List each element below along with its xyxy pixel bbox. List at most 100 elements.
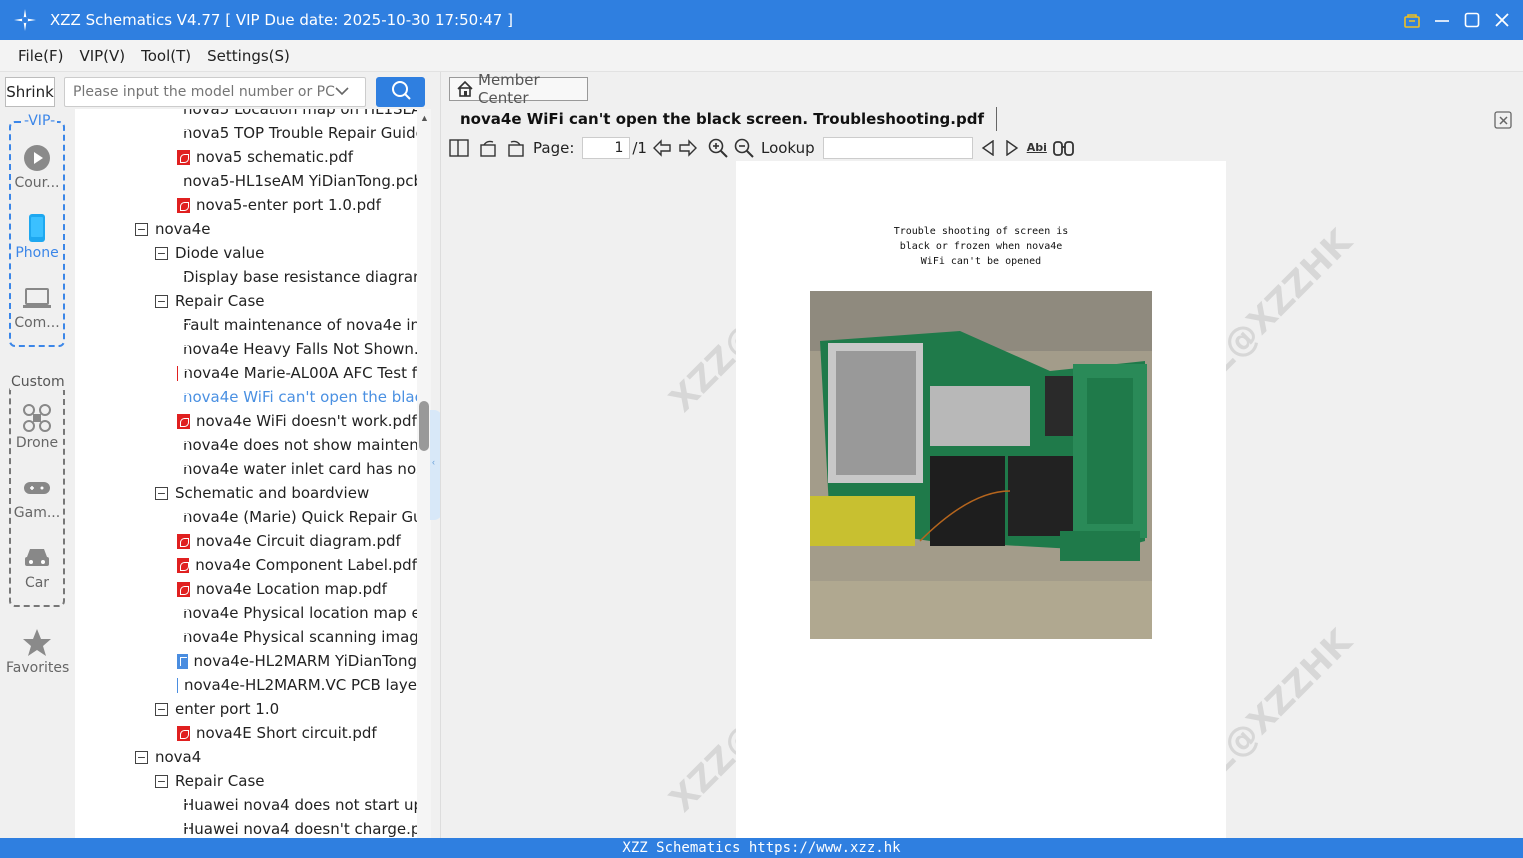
collapse-icon[interactable]: − [135, 222, 148, 236]
collapse-icon[interactable]: − [155, 486, 168, 500]
tree-file[interactable]: nova4e (Marie) Quick Repair Gu [75, 505, 417, 529]
tree-item-label: nova4e does not show mainten [183, 436, 417, 454]
tree-item-label: nova4 [155, 748, 202, 766]
maximize-icon[interactable] [1463, 11, 1481, 29]
menu-settings[interactable]: Settings(S) [207, 47, 290, 65]
tree-file[interactable]: nova4e does not show mainten [75, 433, 417, 457]
nav-favorites[interactable]: Favorites [6, 628, 69, 676]
menu-bar: File(F) VIP(V) Tool(T) Settings(S) [0, 40, 1523, 72]
find-next-icon[interactable] [1003, 137, 1021, 159]
pcb-file-icon [177, 653, 188, 669]
collapse-icon[interactable]: − [155, 702, 168, 716]
minimize-icon[interactable] [1433, 11, 1451, 29]
tree-item-label: Huawei nova4 does not start up [183, 796, 417, 814]
tree-file[interactable]: nova4e Component Label.pdf [75, 553, 417, 577]
tree-item-label: nova4E Short circuit.pdf [196, 724, 377, 742]
nav-car[interactable]: Car [6, 543, 68, 591]
match-case-icon[interactable]: Abi [1027, 137, 1047, 159]
menu-file[interactable]: File(F) [18, 47, 63, 65]
tree-folder[interactable]: − Repair Case [75, 289, 417, 313]
tree-file[interactable]: nova4e Location map.pdf [75, 577, 417, 601]
tree-folder[interactable]: − nova4 [75, 745, 417, 769]
tree-file[interactable]: nova4e Circuit diagram.pdf [75, 529, 417, 553]
tree-folder[interactable]: − enter port 1.0 [75, 697, 417, 721]
tree-scrollbar[interactable]: ▲ [417, 109, 431, 838]
tree-file[interactable]: nova5 schematic.pdf [75, 145, 417, 169]
chevron-left-icon: ‹ [432, 457, 435, 467]
tree-file[interactable]: nova5-enter port 1.0.pdf [75, 193, 417, 217]
tree-file[interactable]: nova5-HL1seAM YiDianTong.pcb [75, 169, 417, 193]
close-icon[interactable] [1493, 11, 1511, 29]
tree-file[interactable]: Huawei nova4 does not start up [75, 793, 417, 817]
search-input[interactable] [73, 84, 335, 100]
status-bar: XZZ Schematics https://www.xzz.hk [0, 838, 1523, 858]
search-box[interactable] [64, 77, 366, 107]
rotate-left-icon[interactable] [479, 137, 499, 159]
find-prev-icon[interactable] [979, 137, 997, 159]
sidebar-toggle-icon[interactable] [449, 137, 469, 159]
tree-folder[interactable]: − Repair Case [75, 769, 417, 793]
pdf-file-icon [177, 557, 190, 573]
nav-gaming[interactable]: Gam... [6, 473, 68, 521]
find-all-icon[interactable] [1052, 137, 1075, 159]
scroll-up-icon[interactable]: ▲ [420, 113, 429, 123]
drone-icon [6, 403, 68, 433]
menu-vip[interactable]: VIP(V) [79, 47, 125, 65]
nav-drone[interactable]: Drone [6, 403, 68, 451]
tree-file[interactable]: nova4e Marie-AL00A AFC Test f [75, 361, 417, 385]
nav-courses[interactable]: Cour... [6, 143, 68, 191]
tree-item-label: nova4e Circuit diagram.pdf [196, 532, 401, 550]
zoom-out-icon[interactable] [733, 137, 755, 159]
tree-file[interactable]: nova5 Location map on HL1SLA [75, 109, 417, 121]
tree-item-label: nova4e Marie-AL00A AFC Test f [183, 364, 417, 382]
menu-tool[interactable]: Tool(T) [141, 47, 191, 65]
title-bar: XZZ Schematics V4.77 [ VIP Due date: 202… [0, 0, 1523, 40]
shrink-button[interactable]: Shrink [5, 77, 55, 107]
tree-file[interactable]: nova4e Heavy Falls Not Shown.pdf [75, 337, 417, 361]
nav-phone[interactable]: Phone [6, 213, 68, 261]
tree-item-label: nova5 schematic.pdf [196, 148, 354, 166]
tree-file[interactable]: nova4E Short circuit.pdf [75, 721, 417, 745]
close-document-icon[interactable] [1494, 111, 1512, 129]
tree-item-label: nova4e Component Label.pdf [195, 556, 417, 574]
collapse-icon[interactable]: − [135, 750, 148, 764]
chevron-down-icon[interactable] [335, 85, 355, 99]
tree-file[interactable]: nova4e WiFi doesn't work.pdf [75, 409, 417, 433]
tree-file[interactable]: Huawei nova4 doesn't charge.pdf [75, 817, 417, 838]
lock-icon[interactable] [1403, 11, 1421, 29]
zoom-in-icon[interactable] [707, 137, 729, 159]
search-icon [391, 80, 411, 105]
document-tab[interactable]: nova4e WiFi can't open the black screen.… [449, 106, 997, 132]
tree-file[interactable]: nova4e-HL2MARM.VC PCB laye [75, 673, 417, 697]
tree-item-label: Huawei nova4 doesn't charge.pdf [183, 820, 417, 838]
tree-item-label: nova4e WiFi can't open the black [183, 388, 417, 406]
prev-page-icon[interactable] [651, 137, 673, 159]
rotate-right-icon[interactable] [505, 137, 525, 159]
lookup-input[interactable] [822, 136, 973, 159]
tree-file[interactable]: Fault maintenance of nova4e in [75, 313, 417, 337]
tree-file[interactable]: nova5 TOP Trouble Repair Guide [75, 121, 417, 145]
scrollbar-thumb[interactable] [419, 401, 429, 451]
tree-file[interactable]: nova4e WiFi can't open the black [75, 385, 417, 409]
search-button[interactable] [376, 77, 425, 107]
tree-file[interactable]: Display base resistance diagram [75, 265, 417, 289]
pdf-viewer[interactable]: XZZ@XZZHK XZZ@XZZHK XZZ@XZZHK XZZ@XZZHK … [441, 161, 1523, 838]
tree-folder[interactable]: − nova4e [75, 217, 417, 241]
tree-file[interactable]: nova4e Physical location map e [75, 601, 417, 625]
tree-item-label: nova4e Heavy Falls Not Shown.pdf [183, 340, 417, 358]
tree-file[interactable]: nova4e-HL2MARM YiDianTong [75, 649, 417, 673]
next-page-icon[interactable] [677, 137, 699, 159]
member-center-button[interactable]: Member Center [449, 71, 588, 107]
tree-item-label: nova5-enter port 1.0.pdf [196, 196, 381, 214]
nav-computer[interactable]: Com... [6, 283, 68, 331]
collapse-icon[interactable]: − [155, 294, 168, 308]
collapse-icon[interactable]: − [155, 246, 168, 260]
tree-file[interactable]: nova4e water inlet card has nos [75, 457, 417, 481]
car-icon [6, 543, 68, 573]
page-number-input[interactable]: 1 [582, 136, 631, 159]
tree-file[interactable]: nova4e Physical scanning imag [75, 625, 417, 649]
tree-item-label: nova4e [155, 220, 211, 238]
tree-folder[interactable]: − Diode value [75, 241, 417, 265]
tree-folder[interactable]: − Schematic and boardview [75, 481, 417, 505]
collapse-icon[interactable]: − [155, 774, 168, 788]
